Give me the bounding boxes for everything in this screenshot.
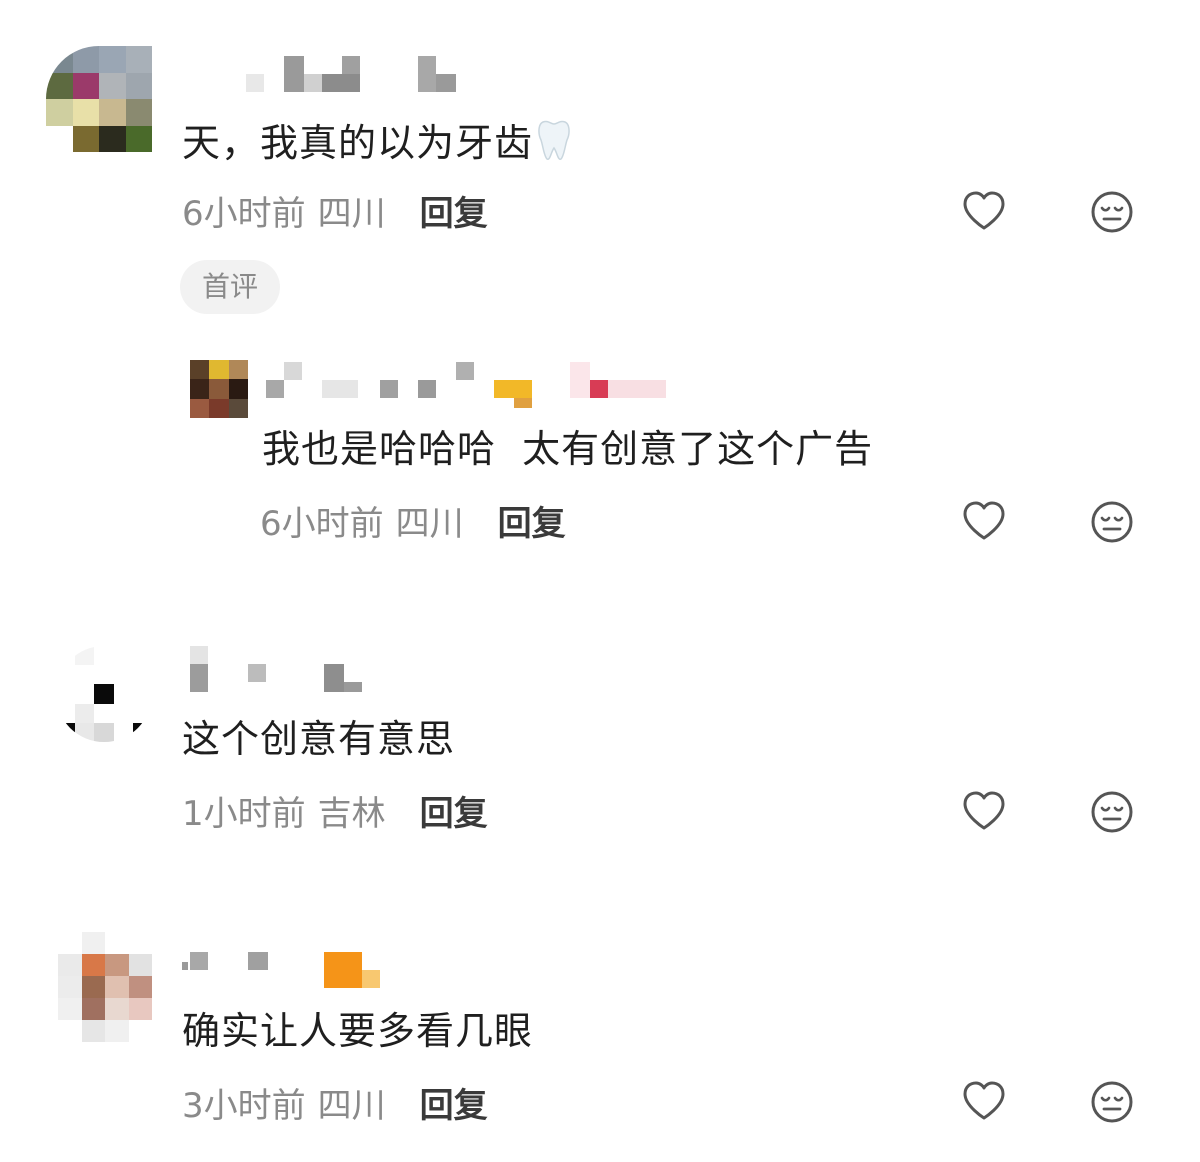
- comment-time: 6小时前: [182, 194, 306, 234]
- tooth-emoji-icon: [538, 120, 570, 161]
- avatar[interactable]: [56, 646, 152, 742]
- reply-button[interactable]: 回复: [420, 1086, 488, 1126]
- comment-time: 3小时前: [182, 1086, 306, 1126]
- avatar[interactable]: [58, 932, 152, 1042]
- username[interactable]: [246, 56, 466, 92]
- avatar[interactable]: [46, 46, 152, 152]
- comment-time: 1小时前: [182, 794, 306, 834]
- username[interactable]: [182, 948, 382, 988]
- heart-outline-icon[interactable]: [960, 1078, 1008, 1126]
- comment-meta: 6小时前 四川 回复: [182, 194, 488, 234]
- neutral-face-icon[interactable]: [1088, 788, 1136, 836]
- reply-time: 6小时前: [260, 504, 384, 544]
- reply-username[interactable]: [266, 362, 666, 408]
- comment-location: 四川: [317, 194, 386, 234]
- comment-text: 确实让人要多看几眼: [182, 1009, 534, 1053]
- neutral-face-icon[interactable]: [1088, 188, 1136, 236]
- comment-text-body: 天，我真的以为牙齿: [182, 121, 534, 165]
- first-comment-badge: 首评: [180, 260, 281, 314]
- username[interactable]: [190, 646, 370, 692]
- reply-text: 我也是哈哈哈 太有创意了这个广告: [262, 427, 874, 471]
- comment-text: 天，我真的以为牙齿: [182, 118, 571, 166]
- heart-outline-icon[interactable]: [960, 498, 1008, 546]
- reply-avatar[interactable]: [190, 360, 248, 418]
- reply-location: 四川: [395, 504, 464, 544]
- comment-item: 这个创意有意思 1小时前 吉林 回复: [0, 600, 1200, 900]
- reply-button[interactable]: 回复: [420, 794, 488, 834]
- neutral-face-icon[interactable]: [1088, 498, 1136, 546]
- comment-item: 确实让人要多看几眼 3小时前 四川 回复: [0, 900, 1200, 1162]
- reply-reply-button[interactable]: 回复: [498, 504, 566, 544]
- comment-item: 天，我真的以为牙齿 6小时前 四川 回复 首评 我也是哈哈哈 太有创意了这个广告…: [0, 0, 1200, 600]
- heart-outline-icon[interactable]: [960, 788, 1008, 836]
- reply-meta: 6小时前 四川 回复: [260, 504, 566, 544]
- comment-meta: 1小时前 吉林 回复: [182, 794, 488, 834]
- comment-location: 吉林: [317, 794, 386, 834]
- comment-location: 四川: [317, 1086, 386, 1126]
- comment-meta: 3小时前 四川 回复: [182, 1086, 488, 1126]
- heart-outline-icon[interactable]: [960, 188, 1008, 236]
- neutral-face-icon[interactable]: [1088, 1078, 1136, 1126]
- comment-text: 这个创意有意思: [182, 717, 456, 761]
- reply-button[interactable]: 回复: [420, 194, 488, 234]
